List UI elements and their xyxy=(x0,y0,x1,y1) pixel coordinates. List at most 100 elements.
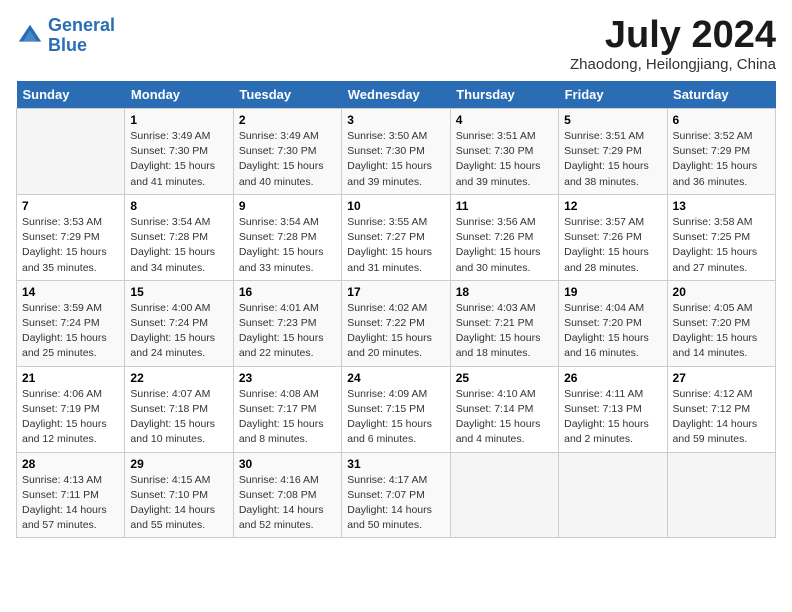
days-header-row: SundayMondayTuesdayWednesdayThursdayFrid… xyxy=(17,81,776,109)
logo-line2: Blue xyxy=(48,35,87,55)
calendar-cell: 29 Sunrise: 4:15 AM Sunset: 7:10 PM Dayli… xyxy=(125,452,233,538)
calendar-cell: 10 Sunrise: 3:55 AM Sunset: 7:27 PM Dayli… xyxy=(342,194,450,280)
day-number: 18 xyxy=(456,285,553,299)
day-number: 12 xyxy=(564,199,661,213)
day-info: Sunrise: 4:13 AM Sunset: 7:11 PM Dayligh… xyxy=(22,473,119,534)
calendar-cell: 18 Sunrise: 4:03 AM Sunset: 7:21 PM Dayli… xyxy=(450,280,558,366)
calendar-cell: 25Sunrise: 4:10 AM Sunset: 7:14 PM Dayli… xyxy=(450,366,558,452)
location: Zhaodong, Heilongjiang, China xyxy=(570,56,776,73)
calendar-cell: 12 Sunrise: 3:57 AM Sunset: 7:26 PM Dayli… xyxy=(559,194,667,280)
day-number: 15 xyxy=(130,285,227,299)
calendar-cell: 22 Sunrise: 4:07 AM Sunset: 7:18 PM Dayli… xyxy=(125,366,233,452)
day-info: Sunrise: 4:04 AM Sunset: 7:20 PM Dayligh… xyxy=(564,301,661,362)
calendar-cell xyxy=(667,452,775,538)
calendar-cell: 14 Sunrise: 3:59 AM Sunset: 7:24 PM Dayli… xyxy=(17,280,125,366)
day-info: Sunrise: 3:52 AM Sunset: 7:29 PM Dayligh… xyxy=(673,129,770,190)
calendar-cell: 7 Sunrise: 3:53 AM Sunset: 7:29 PM Daylig… xyxy=(17,194,125,280)
day-info: Sunrise: 3:58 AM Sunset: 7:25 PM Dayligh… xyxy=(673,215,770,276)
calendar-cell: 30 Sunrise: 4:16 AM Sunset: 7:08 PM Dayli… xyxy=(233,452,341,538)
calendar-cell: 23 Sunrise: 4:08 AM Sunset: 7:17 PM Dayli… xyxy=(233,366,341,452)
calendar-cell: 3Sunrise: 3:50 AM Sunset: 7:30 PM Daylig… xyxy=(342,109,450,195)
calendar-cell: 24 Sunrise: 4:09 AM Sunset: 7:15 PM Dayli… xyxy=(342,366,450,452)
day-info: Sunrise: 4:06 AM Sunset: 7:19 PM Dayligh… xyxy=(22,387,119,448)
day-number: 29 xyxy=(130,457,227,471)
day-number: 22 xyxy=(130,371,227,385)
day-number: 1 xyxy=(130,113,227,127)
day-info: Sunrise: 3:51 AM Sunset: 7:29 PM Dayligh… xyxy=(564,129,661,190)
day-info: Sunrise: 4:16 AM Sunset: 7:08 PM Dayligh… xyxy=(239,473,336,534)
calendar-cell: 9Sunrise: 3:54 AM Sunset: 7:28 PM Daylig… xyxy=(233,194,341,280)
title-block: July 2024 Zhaodong, Heilongjiang, China xyxy=(570,16,776,73)
day-of-week-header: Tuesday xyxy=(233,81,341,109)
day-number: 23 xyxy=(239,371,336,385)
day-number: 7 xyxy=(22,199,119,213)
calendar-week-row: 1 Sunrise: 3:49 AM Sunset: 7:30 PM Daylig… xyxy=(17,109,776,195)
day-info: Sunrise: 3:49 AM Sunset: 7:30 PM Dayligh… xyxy=(239,129,336,190)
calendar-cell: 20 Sunrise: 4:05 AM Sunset: 7:20 PM Dayli… xyxy=(667,280,775,366)
calendar-cell: 1 Sunrise: 3:49 AM Sunset: 7:30 PM Daylig… xyxy=(125,109,233,195)
day-number: 10 xyxy=(347,199,444,213)
logo-icon xyxy=(16,22,44,50)
day-number: 27 xyxy=(673,371,770,385)
day-info: Sunrise: 4:03 AM Sunset: 7:21 PM Dayligh… xyxy=(456,301,553,362)
day-info: Sunrise: 4:08 AM Sunset: 7:17 PM Dayligh… xyxy=(239,387,336,448)
calendar-cell: 21 Sunrise: 4:06 AM Sunset: 7:19 PM Dayli… xyxy=(17,366,125,452)
calendar-cell: 26 Sunrise: 4:11 AM Sunset: 7:13 PM Dayli… xyxy=(559,366,667,452)
day-number: 17 xyxy=(347,285,444,299)
day-info: Sunrise: 4:07 AM Sunset: 7:18 PM Dayligh… xyxy=(130,387,227,448)
day-number: 2 xyxy=(239,113,336,127)
day-info: Sunrise: 3:57 AM Sunset: 7:26 PM Dayligh… xyxy=(564,215,661,276)
day-of-week-header: Friday xyxy=(559,81,667,109)
day-info: Sunrise: 4:17 AM Sunset: 7:07 PM Dayligh… xyxy=(347,473,444,534)
calendar-cell: 4Sunrise: 3:51 AM Sunset: 7:30 PM Daylig… xyxy=(450,109,558,195)
day-info: Sunrise: 4:05 AM Sunset: 7:20 PM Dayligh… xyxy=(673,301,770,362)
day-number: 16 xyxy=(239,285,336,299)
day-of-week-header: Saturday xyxy=(667,81,775,109)
calendar-week-row: 21 Sunrise: 4:06 AM Sunset: 7:19 PM Dayli… xyxy=(17,366,776,452)
calendar-cell: 17Sunrise: 4:02 AM Sunset: 7:22 PM Dayli… xyxy=(342,280,450,366)
day-number: 3 xyxy=(347,113,444,127)
day-info: Sunrise: 3:51 AM Sunset: 7:30 PM Dayligh… xyxy=(456,129,553,190)
day-number: 5 xyxy=(564,113,661,127)
day-number: 20 xyxy=(673,285,770,299)
day-info: Sunrise: 3:53 AM Sunset: 7:29 PM Dayligh… xyxy=(22,215,119,276)
calendar-week-row: 14 Sunrise: 3:59 AM Sunset: 7:24 PM Dayli… xyxy=(17,280,776,366)
calendar-cell: 8 Sunrise: 3:54 AM Sunset: 7:28 PM Daylig… xyxy=(125,194,233,280)
calendar-cell: 19Sunrise: 4:04 AM Sunset: 7:20 PM Dayli… xyxy=(559,280,667,366)
calendar-cell: 13 Sunrise: 3:58 AM Sunset: 7:25 PM Dayli… xyxy=(667,194,775,280)
day-number: 14 xyxy=(22,285,119,299)
page-header: General Blue July 2024 Zhaodong, Heilong… xyxy=(16,16,776,73)
day-of-week-header: Monday xyxy=(125,81,233,109)
day-number: 26 xyxy=(564,371,661,385)
day-info: Sunrise: 4:00 AM Sunset: 7:24 PM Dayligh… xyxy=(130,301,227,362)
day-number: 8 xyxy=(130,199,227,213)
day-info: Sunrise: 4:01 AM Sunset: 7:23 PM Dayligh… xyxy=(239,301,336,362)
day-info: Sunrise: 4:10 AM Sunset: 7:14 PM Dayligh… xyxy=(456,387,553,448)
calendar-cell: 15 Sunrise: 4:00 AM Sunset: 7:24 PM Dayli… xyxy=(125,280,233,366)
logo: General Blue xyxy=(16,16,115,56)
day-info: Sunrise: 4:09 AM Sunset: 7:15 PM Dayligh… xyxy=(347,387,444,448)
calendar-cell xyxy=(559,452,667,538)
day-number: 30 xyxy=(239,457,336,471)
logo-line1: General xyxy=(48,15,115,35)
calendar-cell: 5 Sunrise: 3:51 AM Sunset: 7:29 PM Daylig… xyxy=(559,109,667,195)
day-number: 21 xyxy=(22,371,119,385)
day-info: Sunrise: 3:49 AM Sunset: 7:30 PM Dayligh… xyxy=(130,129,227,190)
day-info: Sunrise: 3:55 AM Sunset: 7:27 PM Dayligh… xyxy=(347,215,444,276)
logo-text: General Blue xyxy=(48,16,115,56)
calendar-cell: 6Sunrise: 3:52 AM Sunset: 7:29 PM Daylig… xyxy=(667,109,775,195)
day-info: Sunrise: 3:54 AM Sunset: 7:28 PM Dayligh… xyxy=(130,215,227,276)
day-info: Sunrise: 4:11 AM Sunset: 7:13 PM Dayligh… xyxy=(564,387,661,448)
calendar-cell xyxy=(17,109,125,195)
calendar-week-row: 7 Sunrise: 3:53 AM Sunset: 7:29 PM Daylig… xyxy=(17,194,776,280)
day-info: Sunrise: 3:59 AM Sunset: 7:24 PM Dayligh… xyxy=(22,301,119,362)
day-number: 11 xyxy=(456,199,553,213)
calendar-cell: 31Sunrise: 4:17 AM Sunset: 7:07 PM Dayli… xyxy=(342,452,450,538)
month-year: July 2024 xyxy=(570,16,776,54)
calendar-cell: 16 Sunrise: 4:01 AM Sunset: 7:23 PM Dayli… xyxy=(233,280,341,366)
day-number: 24 xyxy=(347,371,444,385)
day-info: Sunrise: 4:12 AM Sunset: 7:12 PM Dayligh… xyxy=(673,387,770,448)
day-info: Sunrise: 4:15 AM Sunset: 7:10 PM Dayligh… xyxy=(130,473,227,534)
day-number: 13 xyxy=(673,199,770,213)
day-of-week-header: Wednesday xyxy=(342,81,450,109)
